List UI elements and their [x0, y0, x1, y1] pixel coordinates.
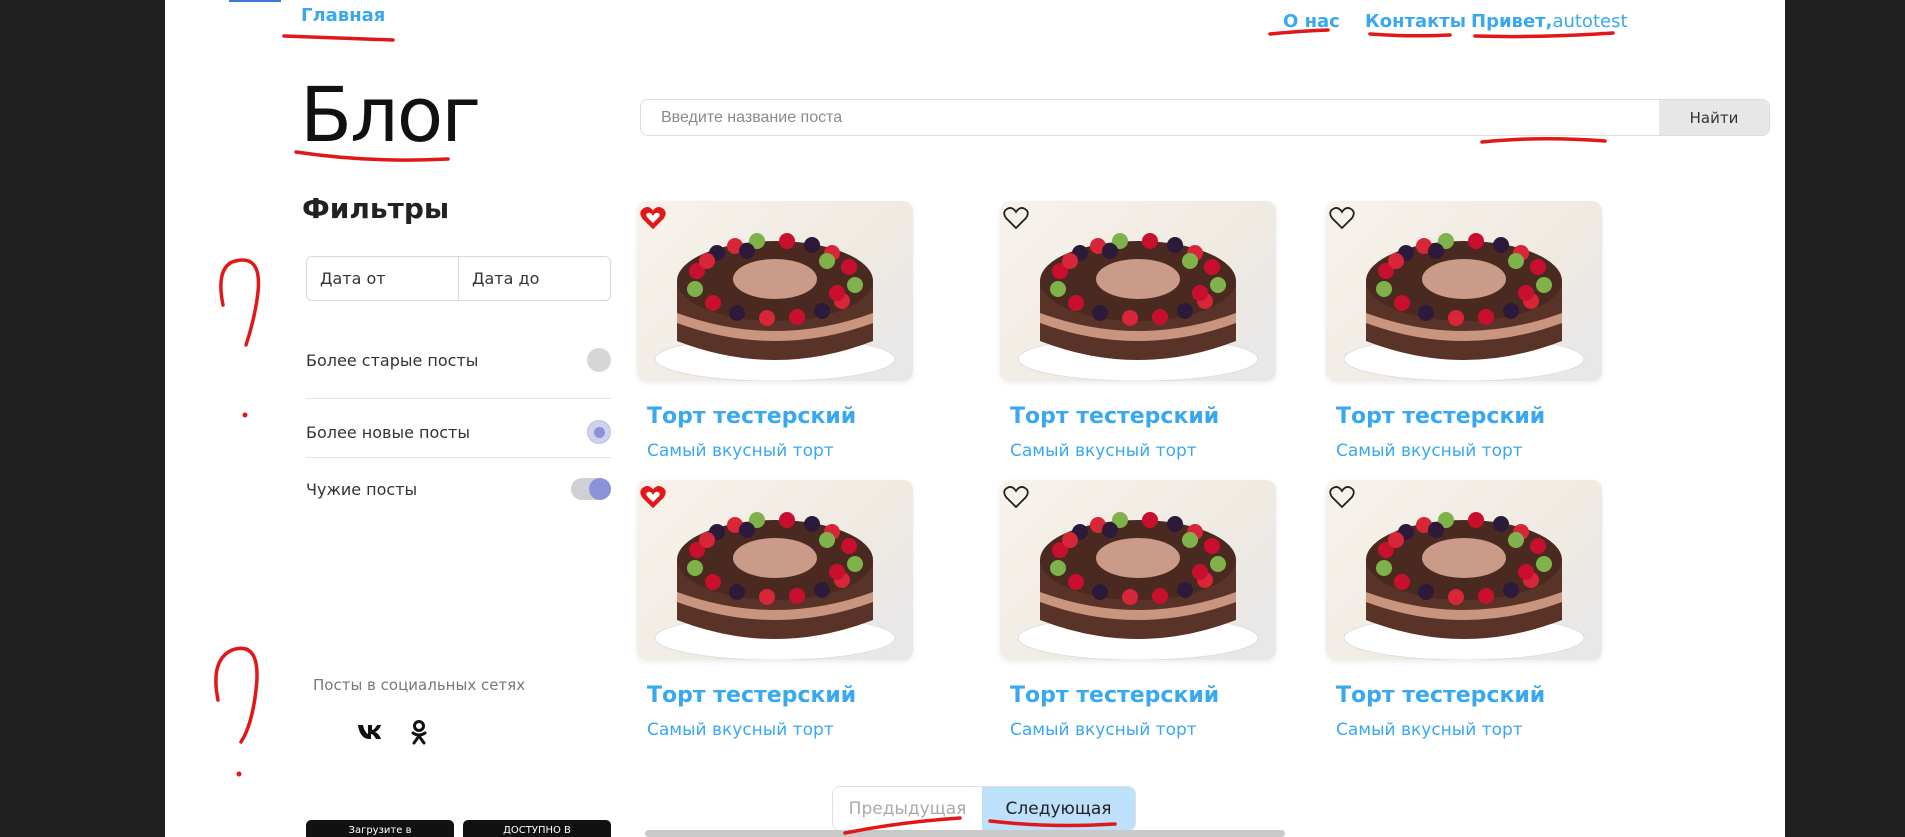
post-image[interactable] — [1326, 201, 1602, 381]
filter-newer-label: Более новые посты — [306, 422, 471, 442]
date-from-input[interactable]: Дата от — [307, 257, 458, 300]
prev-page-button[interactable]: Предыдущая — [833, 787, 983, 830]
app-store-badge[interactable]: Загрузите в — [306, 820, 454, 837]
odnoklassniki-icon[interactable] — [411, 720, 427, 746]
post-subtitle: Самый вкусный торт — [647, 441, 834, 461]
page-title: Блог — [300, 70, 481, 159]
top-edge-marker — [229, 0, 281, 2]
post-title[interactable]: Торт тестерский — [1010, 683, 1219, 708]
post-title[interactable]: Торт тестерский — [647, 404, 856, 429]
post-subtitle: Самый вкусный торт — [1336, 441, 1523, 461]
app-store-label: Загрузите в — [348, 825, 412, 836]
filter-others-label: Чужие посты — [306, 479, 418, 499]
post-image[interactable] — [1326, 480, 1602, 660]
post-image[interactable] — [1000, 480, 1276, 660]
post-image[interactable] — [637, 480, 913, 660]
horizontal-scrollbar[interactable] — [645, 830, 1285, 837]
post-subtitle: Самый вкусный торт — [1336, 720, 1523, 740]
filter-divider — [306, 398, 611, 399]
filters-title: Фильтры — [302, 192, 450, 225]
post-subtitle: Самый вкусный торт — [1010, 720, 1197, 740]
heart-filled-icon[interactable] — [640, 485, 666, 509]
post-title[interactable]: Торт тестерский — [1336, 683, 1545, 708]
social-title: Посты в социальных сетях — [313, 676, 526, 694]
search-bar: Найти — [640, 99, 1770, 136]
search-input[interactable] — [641, 100, 1666, 135]
nav-about-link[interactable]: О нас — [1283, 11, 1340, 32]
filter-newer-posts[interactable]: Более новые посты — [306, 407, 611, 457]
filter-others-posts[interactable]: Чужие посты — [306, 464, 611, 514]
post-image[interactable] — [637, 201, 913, 381]
post-image[interactable] — [1000, 201, 1276, 381]
nav-profile-link[interactable]: Привет,autotest — [1471, 11, 1628, 32]
next-page-button[interactable]: Следующая — [982, 787, 1135, 830]
filter-others-toggle[interactable] — [571, 478, 611, 500]
filter-older-label: Более старые посты — [306, 350, 479, 370]
post-title[interactable]: Торт тестерский — [1010, 404, 1219, 429]
post-card[interactable]: Торт тестерский Самый вкусный торт — [1326, 480, 1602, 740]
post-subtitle: Самый вкусный торт — [1010, 441, 1197, 461]
post-card[interactable]: Торт тестерский Самый вкусный торт — [637, 201, 913, 461]
heart-outline-icon[interactable] — [1003, 485, 1029, 509]
nav-home-link[interactable]: Главная — [301, 5, 385, 26]
heart-outline-icon[interactable] — [1003, 206, 1029, 230]
filter-divider — [306, 457, 611, 458]
search-button[interactable]: Найти — [1659, 100, 1769, 135]
filter-older-radio[interactable] — [587, 348, 611, 372]
google-play-label: ДОСТУПНО В — [503, 825, 571, 836]
post-card[interactable]: Торт тестерский Самый вкусный торт — [637, 480, 913, 740]
post-subtitle: Самый вкусный торт — [647, 720, 834, 740]
nav-username: autotest — [1552, 11, 1628, 32]
post-title[interactable]: Торт тестерский — [647, 683, 856, 708]
heart-outline-icon[interactable] — [1329, 206, 1355, 230]
post-card[interactable]: Торт тестерский Самый вкусный торт — [1326, 201, 1602, 461]
heart-outline-icon[interactable] — [1329, 485, 1355, 509]
google-play-badge[interactable]: ДОСТУПНО В — [463, 820, 611, 837]
date-to-input[interactable]: Дата до — [458, 257, 610, 300]
filter-older-posts[interactable]: Более старые посты — [306, 335, 611, 385]
pagination: Предыдущая Следующая — [832, 786, 1136, 831]
nav-contacts-link[interactable]: Контакты — [1365, 11, 1466, 32]
nav-greeting: Привет, — [1471, 11, 1553, 32]
page: Главная О нас Контакты Привет,autotest Б… — [165, 0, 1785, 837]
post-card[interactable]: Торт тестерский Самый вкусный торт — [1000, 480, 1276, 740]
vk-icon[interactable] — [357, 722, 385, 746]
post-title[interactable]: Торт тестерский — [1336, 404, 1545, 429]
heart-filled-icon[interactable] — [640, 206, 666, 230]
post-card[interactable]: Торт тестерский Самый вкусный торт — [1000, 201, 1276, 461]
filter-newer-radio[interactable] — [587, 420, 611, 444]
date-range: Дата от Дата до — [306, 256, 611, 301]
